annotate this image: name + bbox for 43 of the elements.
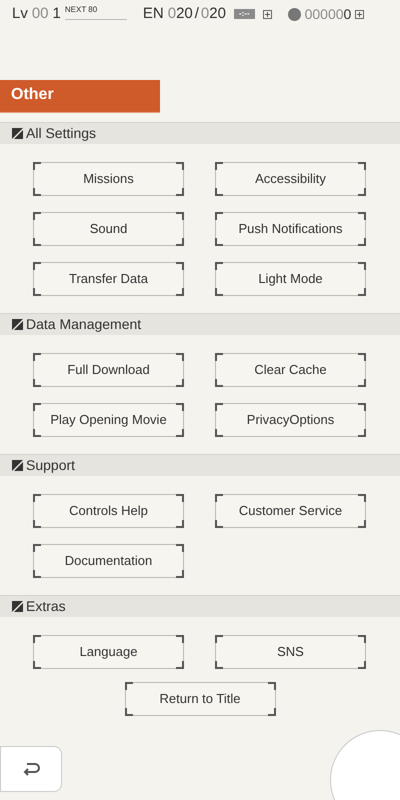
energy-max: 20 — [209, 4, 226, 24]
back-arrow-icon — [22, 762, 40, 776]
menu-button[interactable]: Transfer Data — [33, 262, 184, 296]
add-energy-icon[interactable] — [262, 10, 272, 18]
coin-icon — [288, 8, 301, 20]
energy-timer: -:-- — [234, 9, 255, 19]
section-icon — [12, 460, 23, 471]
menu-button[interactable]: Documentation — [33, 544, 184, 578]
section-title: Data Management — [26, 315, 142, 334]
energy-label: EN — [142, 4, 164, 24]
menu-button[interactable]: PrivacyOptions — [215, 403, 366, 437]
coins-faded-digits: 00000 — [304, 4, 344, 24]
menu-button[interactable]: Full Download — [33, 353, 184, 387]
menu-button[interactable]: Sound — [33, 212, 184, 246]
menu-button[interactable]: Accessibility — [215, 162, 366, 196]
banner-title: Other — [11, 86, 54, 103]
level-faded-digits: 00 — [32, 4, 49, 24]
return-to-title-button[interactable]: Return to Title — [124, 682, 276, 716]
coins-value: 0 — [344, 4, 352, 24]
next-exp-label: NEXT 80 — [64, 4, 127, 20]
section-icon — [12, 128, 23, 139]
section-icon — [12, 601, 23, 612]
section-title: Extras — [26, 597, 66, 616]
menu-button[interactable]: Customer Service — [215, 494, 366, 528]
menu-button[interactable]: Light Mode — [215, 262, 366, 296]
energy-separator: / — [194, 4, 199, 24]
section-icon — [12, 319, 23, 330]
menu-button[interactable]: Language — [33, 635, 184, 669]
level-value: 1 — [52, 4, 61, 24]
menu-button[interactable]: Play Opening Movie — [33, 403, 184, 437]
section-title: All Settings — [26, 124, 96, 143]
menu-button[interactable]: Clear Cache — [215, 353, 366, 387]
back-button[interactable] — [0, 746, 62, 792]
menu-button[interactable]: Missions — [33, 162, 184, 196]
add-coins-icon[interactable] — [355, 10, 364, 18]
energy-max-faded-digit: 0 — [200, 4, 210, 24]
menu-button[interactable]: Push Notifications — [215, 212, 366, 246]
level-label: Lv — [12, 4, 28, 24]
menu-button[interactable]: Controls Help — [33, 494, 184, 528]
energy-value: 20 — [176, 4, 193, 24]
menu-button[interactable]: SNS — [215, 635, 366, 669]
section-title: Support — [26, 456, 76, 475]
energy-faded-digit: 0 — [168, 4, 176, 24]
